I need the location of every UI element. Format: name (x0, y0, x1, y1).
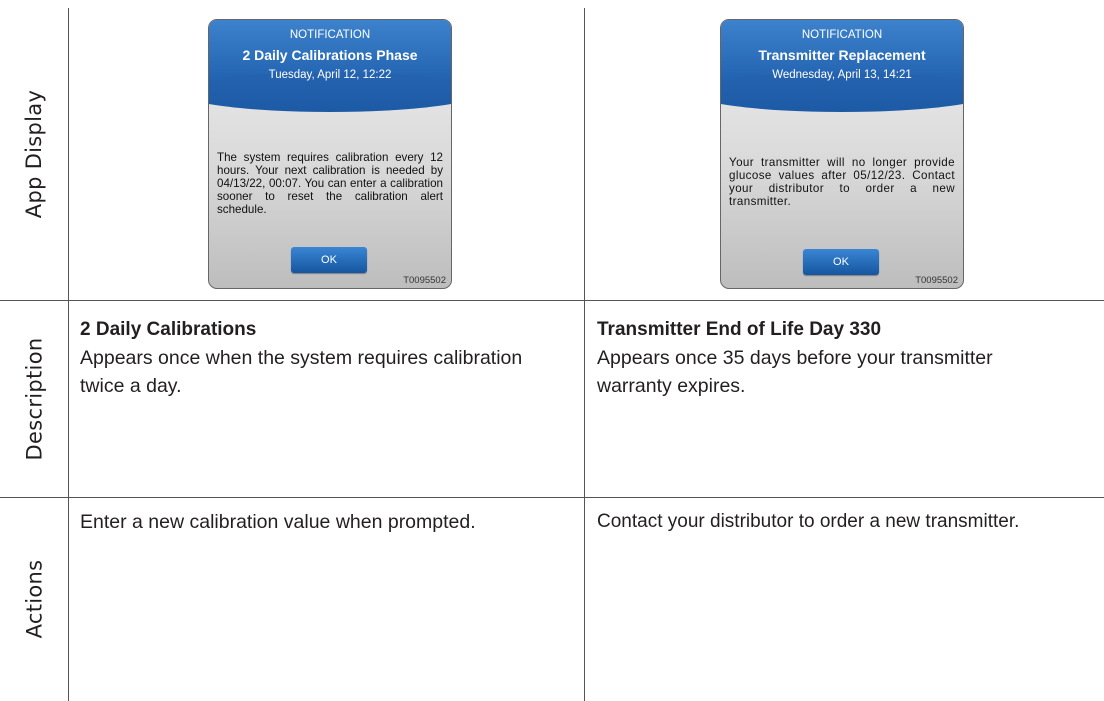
description-text: Appears once 35 days before your transmi… (597, 347, 993, 397)
ok-button[interactable]: OK (291, 247, 367, 273)
notification-message: The system requires calibration every 12… (217, 151, 443, 216)
middle-column-divider (584, 8, 585, 701)
action-text-1: Enter a new calibration value when promp… (80, 511, 476, 533)
notification-screen-transmitter: NOTIFICATION Transmitter Replacement Wed… (720, 19, 964, 289)
figure-code: T0095502 (403, 275, 446, 286)
action-text-2: Contact your distributor to order a new … (597, 511, 1020, 532)
description-text: Appears once when the system requires ca… (80, 347, 523, 397)
description-title: Transmitter End of Life Day 330 (597, 319, 882, 340)
notification-title: 2 Daily Calibrations Phase (242, 47, 418, 63)
row-label-description: Description (22, 337, 46, 460)
notification-date: Wednesday, April 13, 14:21 (772, 69, 912, 81)
description-title: 2 Daily Calibrations (80, 319, 257, 340)
row-divider-1 (0, 300, 1104, 301)
notification-date: Tuesday, April 12, 12:22 (268, 69, 392, 81)
description-cell-2: Transmitter End of Life Day 330 Appears … (597, 318, 1067, 400)
left-column-divider (68, 8, 69, 701)
notification-label: NOTIFICATION (289, 29, 371, 41)
row-label-app-display: App Display (22, 89, 47, 219)
figure-code: T0095502 (915, 275, 958, 286)
row-divider-2 (0, 497, 1104, 498)
ok-button[interactable]: OK (803, 249, 879, 275)
description-cell-1: 2 Daily Calibrations Appears once when t… (80, 318, 570, 400)
notification-message: Your transmitter will no longer provide … (729, 156, 955, 208)
row-label-actions: Actions (22, 559, 46, 639)
notification-screen-calibration: NOTIFICATION 2 Daily Calibrations Phase … (208, 19, 452, 289)
notification-title: Transmitter Replacement (758, 47, 926, 63)
notification-label: NOTIFICATION (801, 29, 883, 41)
